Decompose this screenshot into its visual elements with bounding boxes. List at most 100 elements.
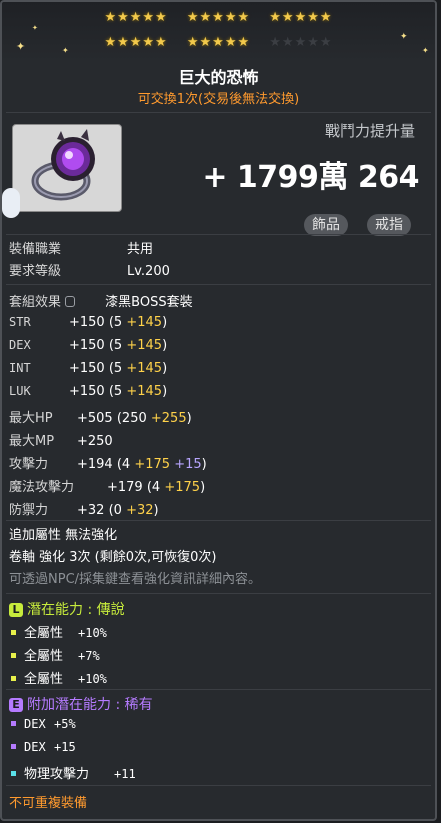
stat-total: +150 [69, 338, 105, 353]
sparkle-icon: ✦ [422, 46, 429, 55]
stat-total: +194 [77, 457, 113, 472]
potential-title: 潛在能力 : 傳說 [27, 602, 125, 618]
trade-restriction: 可交換1次(交易後無法交換) [137, 92, 300, 107]
divider [6, 234, 431, 235]
stat-row: LUK +150 (5 +145) [9, 384, 167, 399]
stat-base: (4 [116, 457, 131, 472]
stat-bonus: +175 [164, 480, 201, 495]
star-row-1: ★★★★★ ★★★★★ ★★★★★ [2, 10, 435, 25]
additional-potential-line: DEX +15 [9, 740, 76, 755]
stat-base: (0 [108, 503, 122, 518]
category-tag-ring: 戒指 [367, 214, 411, 236]
potential-line: 全屬性 +10% [9, 622, 107, 641]
divider [6, 112, 431, 113]
stat-bonus: +145 [126, 384, 163, 399]
combat-power-label: 戰鬥力提升量 [324, 122, 415, 140]
lock-icon [65, 296, 76, 307]
potential-line: 全屬性 +7% [9, 645, 100, 664]
star-group-empty: ★★★★★ [269, 35, 333, 50]
set-effect-name: 漆黑BOSS套裝 [105, 295, 193, 310]
potential-header: L 潛在能力 : 傳說 [9, 599, 125, 619]
stat-row: 防禦力 +32 (0 +32) [9, 499, 159, 518]
stat-name: LUK [9, 384, 31, 398]
requirement-label: 裝備職業 [9, 242, 62, 257]
bullet-icon [11, 721, 16, 726]
epic-badge-icon: E [9, 698, 23, 712]
requirement-value: 共用 [127, 242, 154, 257]
stat-base: (5 [108, 384, 123, 399]
stat-close: ) [200, 480, 206, 495]
stat-row: STR +150 (5 +145) [9, 315, 167, 330]
divider [6, 785, 431, 786]
divider [6, 284, 431, 285]
potential-value: +11 [114, 767, 136, 781]
potential-line: 全屬性 +10% [9, 668, 107, 687]
bullet-icon [11, 653, 16, 658]
stat-bonus: +255 [150, 411, 187, 426]
legendary-badge-icon: L [9, 603, 23, 617]
ring-icon [31, 129, 95, 201]
stat-bonus: +145 [126, 315, 163, 330]
star-group: ★★★★★ [186, 35, 251, 50]
bullet-icon [11, 676, 16, 681]
star-force-band: ★★★★★ ★★★★★ ★★★★★ ★★★★★ ★★★★★ ★★★★★ ✦ ✦ … [2, 2, 435, 62]
stat-total: +150 [69, 361, 105, 376]
sparkle-icon: ✦ [400, 32, 408, 42]
stat-row: DEX +150 (5 +145) [9, 338, 167, 353]
stat-close: ) [162, 384, 168, 399]
potential-stat: 全屬性 [24, 649, 64, 664]
bullet-icon [11, 744, 16, 749]
stat-bonus: +145 [126, 338, 163, 353]
stat-base: (250 [116, 411, 147, 426]
stat-base: (5 [108, 338, 123, 353]
potential-stat: 物理攻擊力 [24, 767, 90, 782]
set-effect-row: 套組效果 漆黑BOSS套裝 [9, 291, 193, 310]
additional-potential-title: 附加潛在能力 : 稀有 [27, 697, 153, 713]
requirement-row: 裝備職業 共用 [9, 238, 153, 257]
stat-base: (5 [108, 315, 123, 330]
stat-name: 最大MP [9, 434, 55, 449]
stat-row: INT +150 (5 +145) [9, 361, 167, 376]
sparkle-icon: ✦ [32, 24, 38, 32]
stat-total: +179 [107, 480, 143, 495]
sparkle-icon: ✦ [62, 46, 69, 55]
stat-name: INT [9, 361, 31, 375]
stat-close: ) [162, 338, 168, 353]
potential-value: +5% [54, 717, 76, 731]
set-effect-label: 套組效果 [9, 295, 62, 310]
divider [6, 689, 431, 690]
potential-stat: DEX [24, 717, 46, 731]
stat-close: ) [162, 315, 168, 330]
potential-value: +7% [78, 649, 100, 663]
star-group: ★★★★★ [104, 35, 168, 50]
item-tooltip: ★★★★★ ★★★★★ ★★★★★ ★★★★★ ★★★★★ ★★★★★ ✦ ✦ … [0, 0, 437, 821]
stat-total: +150 [69, 315, 105, 330]
stat-bonus: +175 [134, 457, 171, 472]
requirement-value: Lv.200 [127, 264, 170, 279]
stat-total: +32 [77, 503, 105, 518]
potential-value: +15 [54, 740, 76, 754]
stat-extra: +15 [174, 457, 202, 472]
additional-options-text: 追加屬性 無法強化 [9, 528, 118, 543]
stat-close: ) [162, 361, 168, 376]
stat-name: 攻擊力 [9, 457, 49, 472]
stat-bonus: +32 [126, 503, 154, 518]
item-name: 巨大的恐怖 [178, 68, 259, 87]
potential-value: +10% [78, 672, 107, 686]
stat-total: +505 [77, 411, 113, 426]
stat-close: ) [153, 503, 159, 518]
category-tag-accessory: 飾品 [304, 214, 348, 236]
potential-stat: 全屬性 [24, 672, 64, 687]
stat-bonus: +145 [126, 361, 163, 376]
additional-potential-header: E 附加潛在能力 : 稀有 [9, 694, 153, 714]
potential-stat: 全屬性 [24, 626, 64, 641]
stat-base: (5 [108, 361, 123, 376]
cloud-decoration [2, 188, 20, 218]
requirement-row: 要求等級 Lv.200 [9, 260, 170, 279]
divider [6, 520, 431, 521]
stat-row: 最大MP +250 [9, 430, 113, 449]
stat-total: +250 [77, 434, 113, 449]
stat-name: 魔法攻擊力 [9, 480, 75, 495]
additional-potential-line: DEX +5% [9, 717, 76, 732]
star-group: ★★★★★ [104, 10, 168, 25]
